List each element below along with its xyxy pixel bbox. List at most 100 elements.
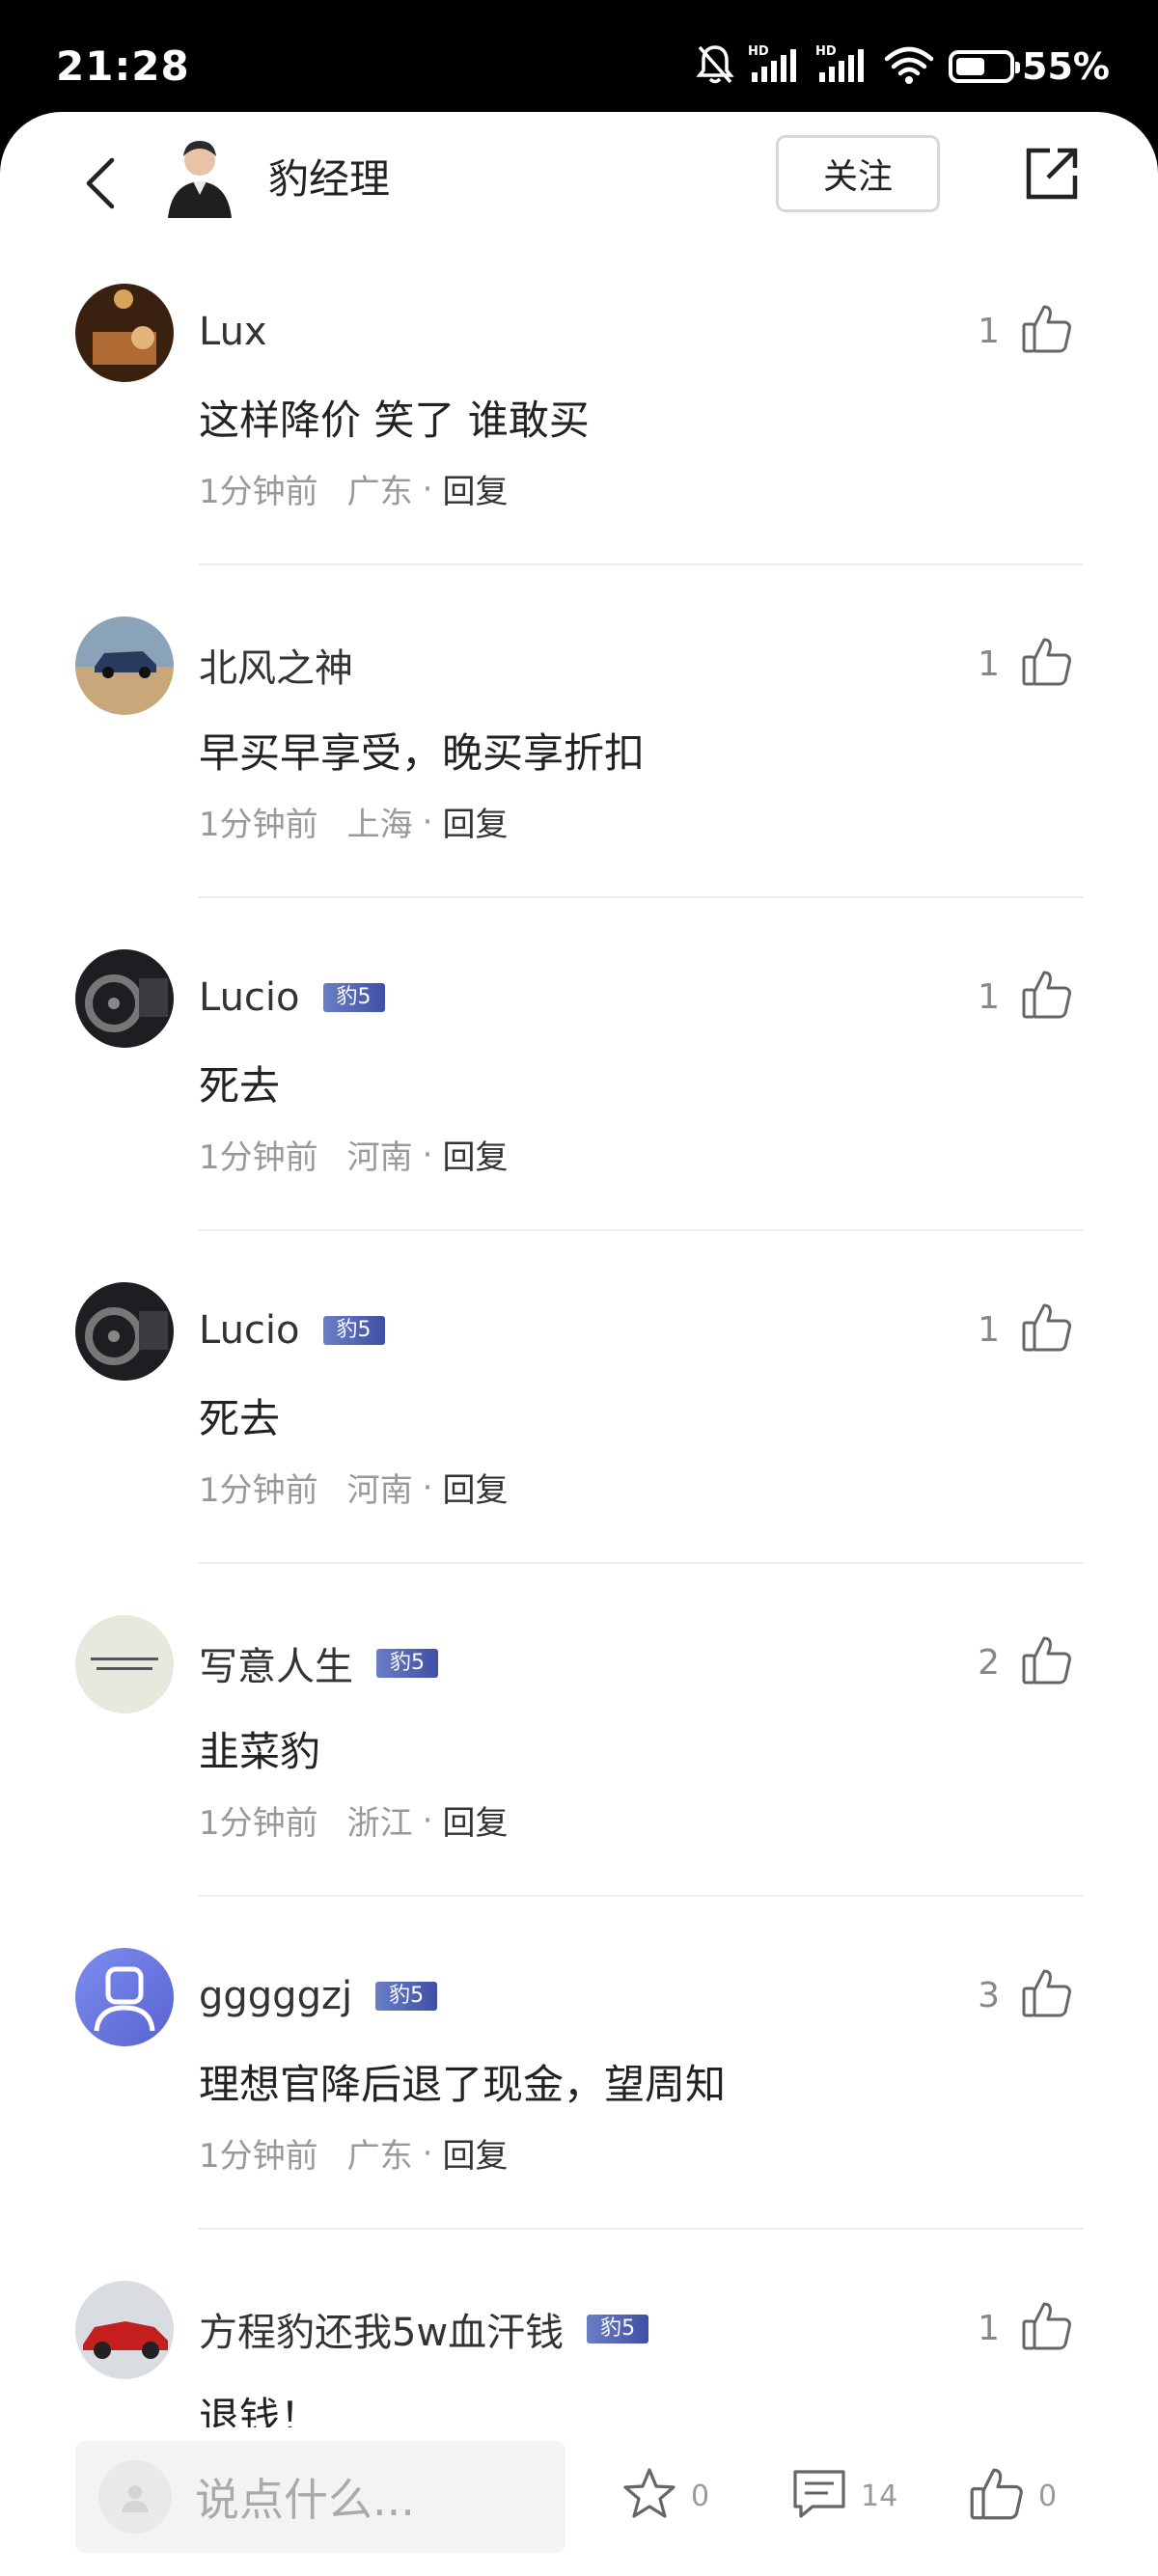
share-icon[interactable] bbox=[1023, 145, 1081, 203]
thumbs-up-icon[interactable] bbox=[1021, 1967, 1073, 2023]
reply-link[interactable]: 回复 bbox=[442, 798, 508, 845]
comment-item: 北风之神 1 早买早享受，晚买享折扣 1分钟前 上海 · 回复 bbox=[0, 617, 1158, 949]
like-count: 1 bbox=[978, 1309, 1000, 1350]
like-control[interactable]: 1 bbox=[978, 969, 1073, 1025]
status-icons: HD HD 55% bbox=[696, 42, 1110, 91]
divider bbox=[199, 1229, 1083, 1231]
owner-badge: 豹5 bbox=[322, 983, 385, 1012]
reply-link[interactable]: 回复 bbox=[442, 1131, 508, 1178]
owner-badge: 豹5 bbox=[587, 2315, 649, 2343]
comment-item: Lucio 豹5 1 死去 1分钟前 河南 · 回复 bbox=[0, 1282, 1158, 1615]
meta-separator: · bbox=[422, 1135, 433, 1174]
commenter-name-row: 北风之神 bbox=[199, 638, 353, 692]
comment-text: 死去 bbox=[199, 1062, 281, 1110]
thumbs-up-icon[interactable] bbox=[1021, 969, 1073, 1025]
thumbs-up-icon bbox=[969, 2466, 1025, 2526]
meta-separator: · bbox=[422, 1467, 433, 1507]
meta-separator: · bbox=[422, 2133, 433, 2173]
comment-time: 1分钟前 bbox=[199, 2137, 318, 2176]
meta-separator: · bbox=[422, 1800, 433, 1840]
like-control[interactable]: 1 bbox=[978, 2300, 1073, 2356]
follow-button[interactable]: 关注 bbox=[776, 135, 940, 212]
comment-input[interactable]: 说点什么... bbox=[75, 2441, 565, 2553]
author-name: 豹经理 bbox=[268, 155, 391, 203]
comment-meta: 1分钟前 河南 · 回复 bbox=[199, 1131, 508, 1178]
reply-link[interactable]: 回复 bbox=[442, 1464, 508, 1511]
reply-link[interactable]: 回复 bbox=[442, 2129, 508, 2177]
commenter-avatar[interactable] bbox=[75, 949, 174, 1048]
commenter-name[interactable]: 北风之神 bbox=[199, 637, 353, 693]
commenter-avatar[interactable] bbox=[75, 1282, 174, 1381]
comment-location: 河南 bbox=[346, 1138, 413, 1177]
like-control[interactable]: 1 bbox=[978, 1302, 1073, 1357]
commenter-avatar[interactable] bbox=[75, 284, 174, 382]
divider bbox=[199, 1562, 1083, 1564]
like-control[interactable]: 3 bbox=[978, 1967, 1073, 2023]
commenter-avatar[interactable] bbox=[75, 617, 174, 715]
owner-badge: 豹5 bbox=[322, 1316, 385, 1345]
comment-text: 理想官降后退了现金，望周知 bbox=[199, 2061, 727, 2108]
star-icon bbox=[621, 2466, 677, 2526]
author-avatar[interactable] bbox=[164, 135, 235, 218]
thumbs-up-icon[interactable] bbox=[1021, 303, 1073, 359]
comment-item: Lucio 豹5 1 死去 1分钟前 河南 · 回复 bbox=[0, 949, 1158, 1282]
comment-item: Lux 1 这样降价 笑了 谁敢买 1分钟前 广东 · 回复 bbox=[0, 284, 1158, 617]
thumbs-up-icon[interactable] bbox=[1021, 1302, 1073, 1357]
commenter-name-row: gggggzj 豹5 bbox=[199, 1969, 438, 2023]
commenter-name[interactable]: Lux bbox=[199, 310, 267, 354]
like-control[interactable]: 1 bbox=[978, 636, 1073, 692]
comment-item: gggggzj 豹5 3 理想官降后退了现金，望周知 1分钟前 广东 · 回复 bbox=[0, 1948, 1158, 2281]
comments-button[interactable]: 14 bbox=[791, 2466, 897, 2526]
commenter-avatar[interactable] bbox=[75, 1615, 174, 1713]
thumbs-up-icon[interactable] bbox=[1021, 2300, 1073, 2356]
user-avatar bbox=[98, 2460, 172, 2534]
comment-text: 这样降价 笑了 谁敢买 bbox=[199, 397, 590, 444]
commenter-avatar[interactable] bbox=[75, 1948, 174, 2046]
like-control[interactable]: 1 bbox=[978, 303, 1073, 359]
comment-icon bbox=[791, 2466, 847, 2526]
comment-location: 广东 bbox=[346, 2137, 413, 2176]
like-count: 1 bbox=[978, 311, 1000, 351]
commenter-avatar[interactable] bbox=[75, 2281, 174, 2379]
commenter-name[interactable]: Lucio bbox=[199, 975, 300, 1020]
like-button[interactable]: 0 bbox=[969, 2466, 1057, 2526]
comment-time: 1分钟前 bbox=[199, 473, 318, 511]
thumbs-up-icon[interactable] bbox=[1021, 636, 1073, 692]
comment-time: 1分钟前 bbox=[199, 1138, 318, 1177]
reply-link[interactable]: 回复 bbox=[442, 465, 508, 512]
commenter-name[interactable]: Lucio bbox=[199, 1308, 300, 1353]
meta-separator: · bbox=[422, 469, 433, 508]
like-count: 3 bbox=[978, 1975, 1000, 2015]
divider bbox=[199, 896, 1083, 898]
comment-text: 死去 bbox=[199, 1395, 281, 1442]
status-time: 21:28 bbox=[56, 42, 190, 90]
like-count: 1 bbox=[978, 976, 1000, 1017]
commenter-name-row: Lux bbox=[199, 305, 267, 359]
thumbs-up-icon[interactable] bbox=[1021, 1634, 1073, 1690]
like-count: 1 bbox=[978, 2308, 1000, 2348]
back-icon[interactable] bbox=[75, 152, 129, 214]
comment-count: 14 bbox=[861, 2479, 898, 2513]
comment-meta: 1分钟前 河南 · 回复 bbox=[199, 1464, 508, 1511]
like-count: 2 bbox=[978, 1642, 1000, 1683]
commenter-name[interactable]: 方程豹还我5w血汗钱 bbox=[199, 2301, 564, 2357]
comment-time: 1分钟前 bbox=[199, 1471, 318, 1510]
owner-badge: 豹5 bbox=[375, 1982, 438, 2011]
wifi-icon bbox=[883, 43, 935, 90]
meta-separator: · bbox=[422, 802, 433, 841]
comment-text: 早买早享受，晚买享折扣 bbox=[199, 729, 646, 777]
comment-sheet: 豹经理 关注 Lux 1 这样降价 笑了 谁敢买 1分钟前 广东 · 回复 北风… bbox=[0, 112, 1158, 2576]
commenter-name[interactable]: gggggzj bbox=[199, 1974, 352, 2018]
svg-text:HD: HD bbox=[815, 44, 837, 59]
like-control[interactable]: 2 bbox=[978, 1634, 1073, 1690]
comment-text: 韭菜豹 bbox=[199, 1728, 321, 1775]
favorite-button[interactable]: 0 bbox=[621, 2466, 709, 2526]
reply-link[interactable]: 回复 bbox=[442, 1796, 508, 1844]
commenter-name-row: Lucio 豹5 bbox=[199, 1303, 385, 1357]
favorite-count: 0 bbox=[691, 2479, 710, 2513]
owner-badge: 豹5 bbox=[376, 1649, 438, 1678]
header: 豹经理 关注 bbox=[0, 112, 1158, 247]
commenter-name-row: 方程豹还我5w血汗钱 豹5 bbox=[199, 2301, 649, 2357]
commenter-name[interactable]: 写意人生 bbox=[199, 1635, 353, 1691]
comment-item: 方程豹还我5w血汗钱 豹5 1 退钱！ bbox=[0, 2281, 1158, 2435]
